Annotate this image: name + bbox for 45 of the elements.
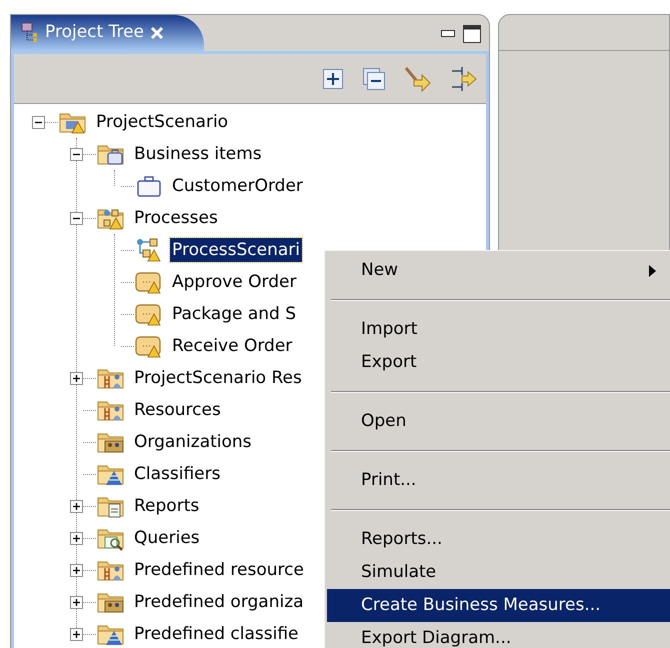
menu-item[interactable]: Simulate bbox=[327, 556, 670, 589]
expand-toggle[interactable] bbox=[70, 564, 83, 576]
minimize-icon[interactable] bbox=[441, 30, 455, 38]
menu-item[interactable]: Create Business Measures... bbox=[327, 589, 670, 622]
menu-item[interactable]: Export Diagram... bbox=[327, 622, 670, 648]
tree-item[interactable]: Predefined organiza bbox=[132, 590, 306, 614]
maximize-icon[interactable] bbox=[463, 25, 481, 43]
tree-item[interactable]: Reports bbox=[132, 494, 202, 518]
expand-toggle[interactable] bbox=[70, 628, 83, 640]
tree-item[interactable]: ProcessScenari bbox=[170, 238, 302, 262]
menu-item[interactable]: New bbox=[327, 254, 670, 287]
collapse-toggle[interactable] bbox=[70, 148, 83, 160]
expand-all-icon[interactable] bbox=[322, 68, 344, 90]
tab-title: Project Tree bbox=[45, 21, 144, 44]
menu-item[interactable]: Print... bbox=[327, 464, 670, 497]
tree-icon bbox=[19, 21, 39, 45]
tree-item[interactable]: Business items bbox=[132, 142, 264, 166]
expand-toggle[interactable] bbox=[70, 596, 83, 608]
tree-item[interactable]: ProjectScenario bbox=[94, 110, 230, 134]
tree-item[interactable]: ProjectScenario Res bbox=[132, 366, 304, 390]
tree-item[interactable]: Package and S bbox=[170, 302, 298, 326]
expand-toggle[interactable] bbox=[70, 532, 83, 544]
tree-item[interactable]: Approve Order bbox=[170, 270, 298, 294]
tree-item[interactable]: Processes bbox=[132, 206, 220, 230]
tree-item[interactable]: Organizations bbox=[132, 430, 254, 454]
tree-item[interactable]: Queries bbox=[132, 526, 202, 550]
pencil-arrow-icon[interactable] bbox=[404, 66, 432, 92]
collapse-toggle[interactable] bbox=[32, 116, 45, 128]
expand-toggle[interactable] bbox=[70, 372, 83, 384]
menu-item[interactable]: Reports... bbox=[327, 523, 670, 556]
menu-item[interactable]: Open bbox=[327, 405, 670, 438]
close-icon[interactable] bbox=[150, 26, 164, 40]
tree-item[interactable]: CustomerOrder bbox=[170, 174, 305, 198]
view-tab[interactable]: Project Tree bbox=[11, 15, 204, 51]
tree-item[interactable]: Classifiers bbox=[132, 462, 222, 486]
expand-toggle[interactable] bbox=[70, 500, 83, 512]
collapse-toggle[interactable] bbox=[70, 212, 83, 224]
menu-item[interactable]: Import bbox=[327, 313, 670, 346]
tree-item[interactable]: Receive Order bbox=[170, 334, 294, 358]
collapse-all-icon[interactable] bbox=[362, 66, 386, 90]
tree-item[interactable]: Predefined resource bbox=[132, 558, 306, 582]
menu-item[interactable]: Export bbox=[327, 346, 670, 379]
tree-item[interactable]: Predefined classifie bbox=[132, 622, 301, 646]
tree-item[interactable]: Resources bbox=[132, 398, 223, 422]
link-arrows-icon[interactable] bbox=[450, 66, 478, 92]
